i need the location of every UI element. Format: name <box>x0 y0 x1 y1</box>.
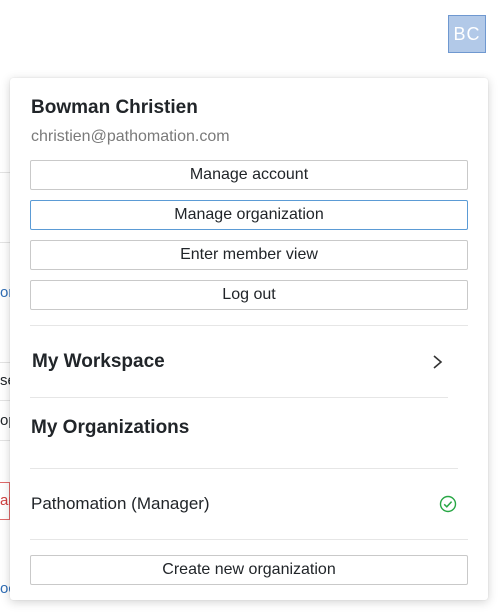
organization-item[interactable]: Pathomation (Manager) <box>31 494 210 514</box>
manage-account-button[interactable]: Manage account <box>30 160 468 190</box>
divider <box>30 539 468 540</box>
manage-organization-button[interactable]: Manage organization <box>30 200 468 230</box>
create-organization-button[interactable]: Create new organization <box>30 555 468 585</box>
my-organizations-heading: My Organizations <box>31 417 190 438</box>
log-out-button[interactable]: Log out <box>30 280 468 310</box>
divider <box>30 468 458 469</box>
user-name: Bowman Christien <box>31 97 198 118</box>
background-link-fragment: or <box>0 284 10 301</box>
user-menu-dropdown: Bowman Christien christien@pathomation.c… <box>10 78 488 600</box>
background-link-fragment: oc <box>0 580 10 597</box>
divider <box>30 397 448 398</box>
user-avatar-button[interactable]: BC <box>448 15 486 53</box>
my-workspace-link[interactable]: My Workspace <box>32 351 165 373</box>
chevron-right-icon[interactable] <box>431 354 445 370</box>
background-alert-fragment: ar <box>0 492 10 509</box>
background-text-fragment: op <box>0 412 10 429</box>
user-email: christien@pathomation.com <box>31 128 230 145</box>
background-text-fragment: se <box>0 372 10 389</box>
divider <box>30 325 468 326</box>
enter-member-view-button[interactable]: Enter member view <box>30 240 468 270</box>
check-circle-icon <box>439 495 457 513</box>
